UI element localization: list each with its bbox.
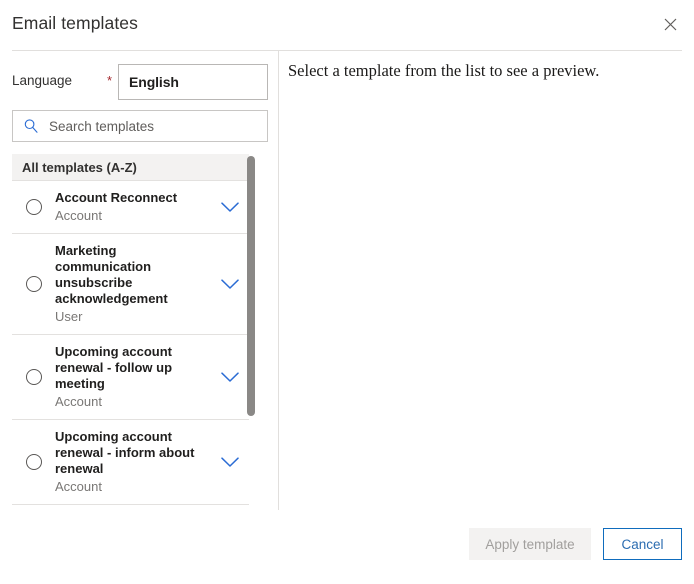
search-input[interactable]: Search templates (12, 110, 268, 142)
list-item-text: Marketing communication unsubscribe ackn… (55, 243, 213, 325)
template-list-items: Account Reconnect Account Marketing commun… (12, 180, 249, 506)
list-scrollbar-thumb[interactable] (247, 156, 255, 416)
list-item[interactable]: Account Reconnect Account (12, 180, 249, 233)
list-item-subtitle: User (55, 309, 83, 324)
list-item-subtitle: Account (55, 479, 102, 494)
required-asterisk: * (107, 73, 113, 88)
dialog-header: Email templates (0, 0, 694, 50)
search-placeholder: Search templates (49, 118, 155, 134)
list-item-text: Upcoming account renewal - follow up mee… (55, 344, 213, 410)
list-item[interactable]: Upcoming account renewal - follow up mee… (12, 334, 249, 419)
preview-placeholder-message: Select a template from the list to see a… (288, 61, 600, 80)
list-item[interactable]: Upcoming account renewal - share quoteAc… (12, 504, 249, 506)
list-item-text: Account Reconnect Account (55, 190, 213, 224)
chevron-down-icon[interactable] (217, 271, 243, 297)
chevron-down-icon[interactable] (217, 194, 243, 220)
list-item[interactable]: Marketing communication unsubscribe ackn… (12, 233, 249, 334)
list-item-title: Upcoming account renewal - inform about … (55, 429, 195, 476)
list-item-subtitle: Account (55, 208, 102, 223)
close-icon (664, 18, 677, 31)
list-item-text: Upcoming account renewal - inform about … (55, 429, 213, 495)
chevron-down-icon[interactable] (217, 449, 243, 475)
template-radio-button[interactable] (26, 369, 42, 385)
list-item-title: Account Reconnect (55, 190, 178, 205)
list-item-title: Upcoming account renewal - follow up mee… (55, 344, 173, 391)
list-item-subtitle: Account (55, 394, 102, 409)
template-list: All templates (A-Z) Account Reconnect Acc… (12, 154, 268, 506)
template-radio-button[interactable] (26, 199, 42, 215)
list-section-header-label: All templates (A-Z) (22, 159, 137, 175)
language-row: Language * English (0, 64, 278, 100)
template-preview-pane: Select a template from the list to see a… (279, 51, 694, 511)
close-button[interactable] (654, 8, 686, 40)
search-icon (23, 118, 39, 134)
list-item[interactable]: Upcoming account renewal - inform about … (12, 419, 249, 504)
chevron-down-icon[interactable] (217, 364, 243, 390)
page-title: Email templates (12, 13, 138, 33)
cancel-button[interactable]: Cancel (603, 528, 682, 560)
list-item-title: Marketing communication unsubscribe ackn… (55, 243, 168, 306)
template-radio-button[interactable] (26, 454, 42, 470)
list-scrollbar[interactable] (246, 154, 256, 506)
email-templates-dialog: Email templates Language * English Searc… (0, 0, 694, 584)
list-section-header: All templates (A-Z) (12, 154, 249, 180)
language-value: English (129, 74, 179, 90)
language-field[interactable]: English (118, 64, 268, 100)
language-label: Language (12, 73, 73, 88)
apply-template-button[interactable]: Apply template (469, 528, 591, 560)
template-list-pane: Language * English Search templates All … (0, 51, 278, 511)
dialog-footer: Apply template Cancel (0, 512, 694, 584)
template-radio-button[interactable] (26, 276, 42, 292)
